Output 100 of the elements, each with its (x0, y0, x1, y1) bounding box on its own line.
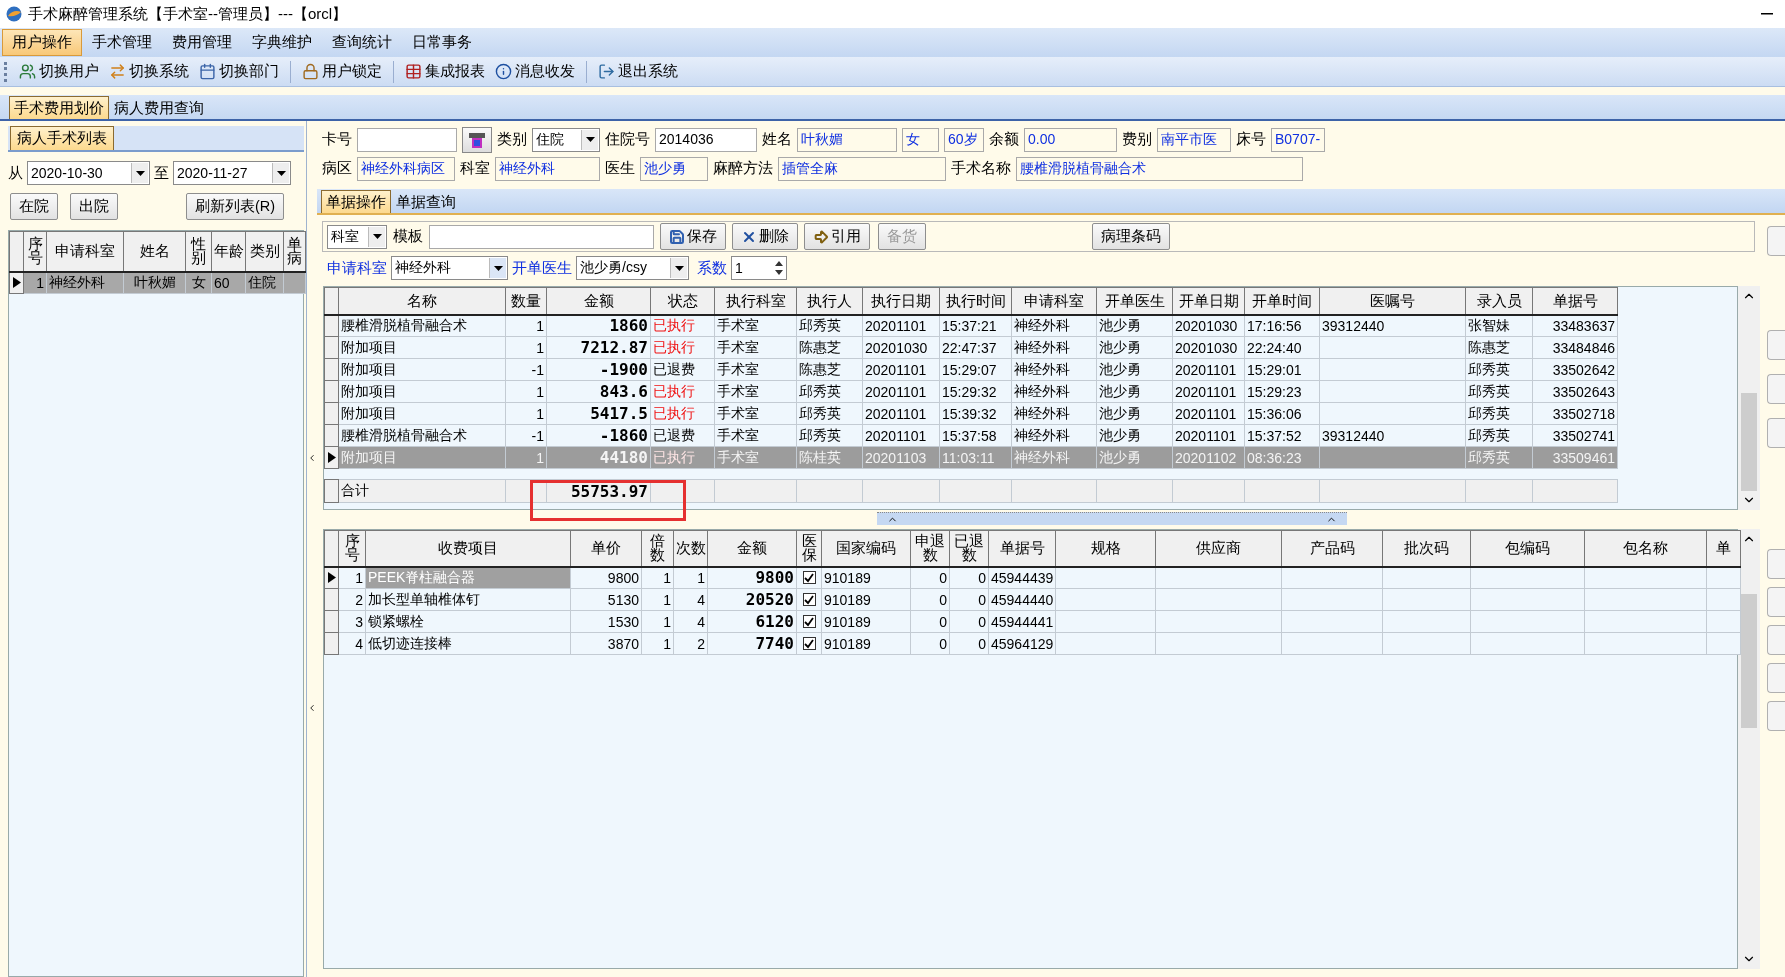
template-field[interactable] (429, 224, 654, 249)
tab[interactable]: 单据操作 (321, 190, 391, 213)
field-label: 从 (8, 163, 23, 183)
toolbar-button[interactable]: 切换系统 (105, 60, 193, 83)
table-cell: -1860 (546, 424, 651, 447)
table-cell: 843.6 (546, 380, 651, 403)
toolbar-button[interactable]: 用户锁定 (298, 60, 386, 83)
toolbar-button[interactable]: 消息收发 (491, 60, 579, 83)
table-cell: 33502718 (1532, 402, 1618, 425)
exit-icon (598, 63, 615, 80)
table-cell: 手术室 (714, 358, 797, 381)
column-header: 包名称 (1584, 530, 1707, 567)
table-cell: 20201030 (1172, 314, 1245, 337)
table-cell: 15:37:52 (1244, 424, 1320, 447)
menu-item[interactable]: 字典维护 (242, 29, 322, 56)
toolbar-button[interactable]: 退出系统 (594, 60, 682, 83)
table-cell: 陈惠芝 (796, 358, 863, 381)
chevron-left-icon[interactable] (307, 453, 317, 463)
table-cell: 4 (673, 610, 708, 633)
vertical-scrollbar[interactable] (1738, 286, 1760, 510)
text-field[interactable] (357, 127, 457, 152)
minimize-icon[interactable] (1761, 13, 1773, 15)
table-cell: 1860 (546, 314, 651, 337)
header-corner (324, 287, 339, 315)
dropdown[interactable]: 神经外科 (391, 256, 508, 280)
scroll-thumb[interactable] (1741, 594, 1757, 728)
readonly-field: 60岁 (944, 127, 984, 152)
page-tab[interactable]: 手术费用划价 (9, 96, 109, 119)
checkbox[interactable] (802, 637, 816, 650)
row-selector[interactable] (9, 271, 24, 294)
column-header: 单 (1706, 530, 1741, 567)
menu-item[interactable]: 手术管理 (82, 29, 162, 56)
table-cell: 15:29:07 (939, 358, 1012, 381)
table-cell: 20201101 (1172, 380, 1245, 403)
button[interactable]: 保存 (660, 223, 726, 250)
checkbox[interactable] (802, 593, 816, 606)
dropdown[interactable]: 池少勇/csy (576, 256, 689, 280)
table-cell: 1 (505, 380, 547, 403)
table-cell: 20201030 (1172, 336, 1245, 359)
table-cell: 45944441 (988, 610, 1056, 633)
button[interactable]: 引用 (804, 223, 870, 250)
readonly-field: 插管全麻 (778, 156, 946, 181)
button[interactable]: 病理条码 (1092, 223, 1170, 250)
text-field[interactable]: 2014036 (655, 127, 757, 152)
table-cell: 20201101 (1172, 358, 1245, 381)
column-header: 执行日期 (862, 287, 940, 315)
button[interactable]: 出院 (70, 193, 118, 220)
dropdown[interactable]: 住院 (532, 127, 600, 152)
scroll-thumb[interactable] (1741, 393, 1757, 491)
table-cell: 池少勇 (1096, 380, 1173, 403)
checkbox[interactable] (802, 615, 816, 628)
column-header: 申请科室 (46, 231, 124, 272)
menu-item[interactable]: 费用管理 (162, 29, 242, 56)
number-spinner[interactable]: 1 (731, 256, 787, 280)
column-header: 单据号 (1532, 287, 1618, 315)
column-header: 序号 (23, 231, 47, 272)
chevron-left-icon[interactable] (307, 703, 317, 713)
table-cell: 33484846 (1532, 336, 1618, 359)
column-header: 执行人 (796, 287, 863, 315)
menu-item[interactable]: 日常事务 (402, 29, 482, 56)
dropdown[interactable]: 2020-10-30 (27, 161, 150, 185)
table-cell: 17:16:56 (1244, 314, 1320, 337)
dropdown[interactable]: 2020-11-27 (173, 161, 291, 185)
table-cell: 20201101 (1172, 424, 1245, 447)
toolbar-button[interactable]: 切换部门 (195, 60, 283, 83)
vertical-scrollbar[interactable] (1738, 529, 1760, 969)
readonly-field: 神经外科 (495, 156, 600, 181)
card-reader-button[interactable] (462, 126, 492, 153)
table-cell: 20201101 (1172, 402, 1245, 425)
menu-item[interactable]: 查询统计 (322, 29, 402, 56)
readonly-field: 腰椎滑脱植骨融合术 (1016, 156, 1303, 181)
button[interactable]: 刷新列表(R) (186, 193, 285, 220)
column-header: 国家编码 (821, 530, 911, 567)
table-cell: 20520 (707, 588, 797, 611)
splitter-bar[interactable] (877, 512, 1347, 525)
table-cell: 15:36:06 (1244, 402, 1320, 425)
button[interactable]: 删除 (732, 223, 798, 250)
checkbox[interactable] (802, 571, 816, 585)
row-selector[interactable] (324, 566, 339, 589)
row-selector (324, 479, 339, 503)
toolbar-button[interactable]: 集成报表 (401, 60, 489, 83)
menu-item[interactable]: 用户操作 (2, 29, 82, 56)
tab[interactable]: 单据查询 (391, 190, 461, 213)
button[interactable]: 在院 (10, 193, 58, 220)
card-reader-icon (468, 130, 486, 149)
table-cell: 已执行 (650, 402, 715, 425)
panel-tab[interactable]: 病人手术列表 (10, 126, 114, 150)
table-cell: 手术室 (714, 380, 797, 403)
table-cell: 20201101 (862, 314, 940, 337)
table-cell: 910189 (821, 588, 911, 611)
table-cell: 0 (949, 588, 989, 611)
page-tab[interactable]: 病人费用查询 (109, 96, 209, 119)
caret-icon (276, 170, 286, 176)
row-selector[interactable] (324, 314, 339, 337)
table-cell: 45944440 (988, 588, 1056, 611)
table-cell: 1 (673, 566, 708, 589)
row-selector[interactable] (324, 446, 339, 469)
dropdown[interactable]: 科室 (327, 224, 387, 249)
column-header: 开单医生 (1096, 287, 1173, 315)
toolbar-button[interactable]: 切换用户 (15, 60, 103, 83)
